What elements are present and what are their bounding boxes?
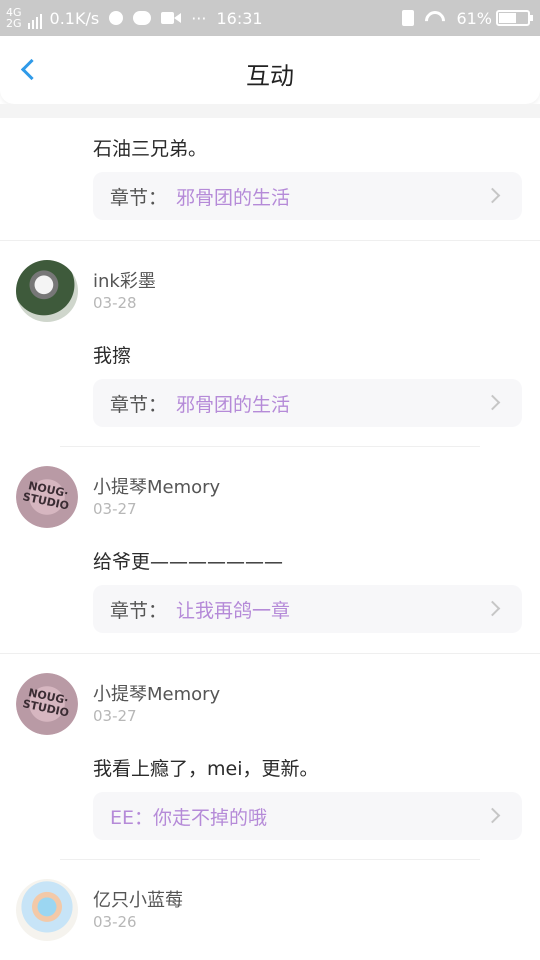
chapter-label: 章节： [110,600,168,622]
battery-percent: 61% [456,8,492,28]
chevron-right-icon [484,807,501,824]
divider [60,859,480,860]
username[interactable]: 小提琴Memory [93,680,220,706]
chapter-label: 章节： [110,394,168,416]
divider [0,240,540,241]
clock: 16:31 [216,8,263,28]
network-bottom: 2G [6,17,22,30]
comment-text: 我看上瘾了，mei，更新。 [93,758,319,780]
avatar[interactable]: NOUG· STUDIO [16,673,78,735]
username[interactable]: 亿只小蓝莓 [93,886,183,912]
chapter-name: 让我再鸽一章 [176,600,291,622]
chevron-right-icon [484,394,501,411]
network-type: 4G 2G [6,7,22,29]
app-header: 互动 [0,36,540,104]
avatar[interactable] [16,879,78,941]
reply-link[interactable]: EE：你走不掉的哦 [93,792,522,840]
network-speed: 0.1K/s [49,8,100,28]
username[interactable]: 小提琴Memory [93,473,220,499]
battery-icon [496,10,533,26]
wifi-icon [424,11,446,25]
chapter-link[interactable]: 章节： 邪骨团的生活 [93,379,522,427]
chapter-label: 章节： [110,187,168,209]
comment-date: 03-26 [93,913,137,931]
header-gap [0,104,540,118]
signal-icon [27,7,42,29]
chapter-link[interactable]: 章节： 邪骨团的生活 [93,172,522,220]
comment-date: 03-28 [93,294,137,312]
charging-icon [402,10,415,26]
chapter-name: 邪骨团的生活 [176,187,291,209]
chapter-link[interactable]: 章节： 让我再鸽一章 [93,585,522,633]
avatar[interactable]: NOUG· STUDIO [16,466,78,528]
comment-date: 03-27 [93,500,137,518]
more-icon: ··· [191,8,207,28]
video-icon [161,11,182,25]
avatar[interactable] [16,260,78,322]
app-notification-icon [109,11,124,25]
divider [60,446,480,447]
chevron-right-icon [484,187,501,204]
page-title: 互动 [246,62,294,90]
chevron-right-icon [484,600,501,617]
comment-text: 石油三兄弟。 [93,138,208,160]
divider [0,653,540,654]
reply-text: EE：你走不掉的哦 [110,807,268,829]
comment-date: 03-27 [93,707,137,725]
avatar-text: NOUG· STUDIO [21,686,71,720]
chat-icon [133,11,152,25]
comment-text: 我擦 [93,345,132,367]
status-bar: 4G 2G 0.1K/s ··· 16:31 61% [0,0,540,36]
username[interactable]: ink彩墨 [93,267,156,293]
avatar-text: NOUG· STUDIO [21,479,71,513]
comment-text: 给爷更——————— [93,551,284,573]
chapter-name: 邪骨团的生活 [176,394,291,416]
